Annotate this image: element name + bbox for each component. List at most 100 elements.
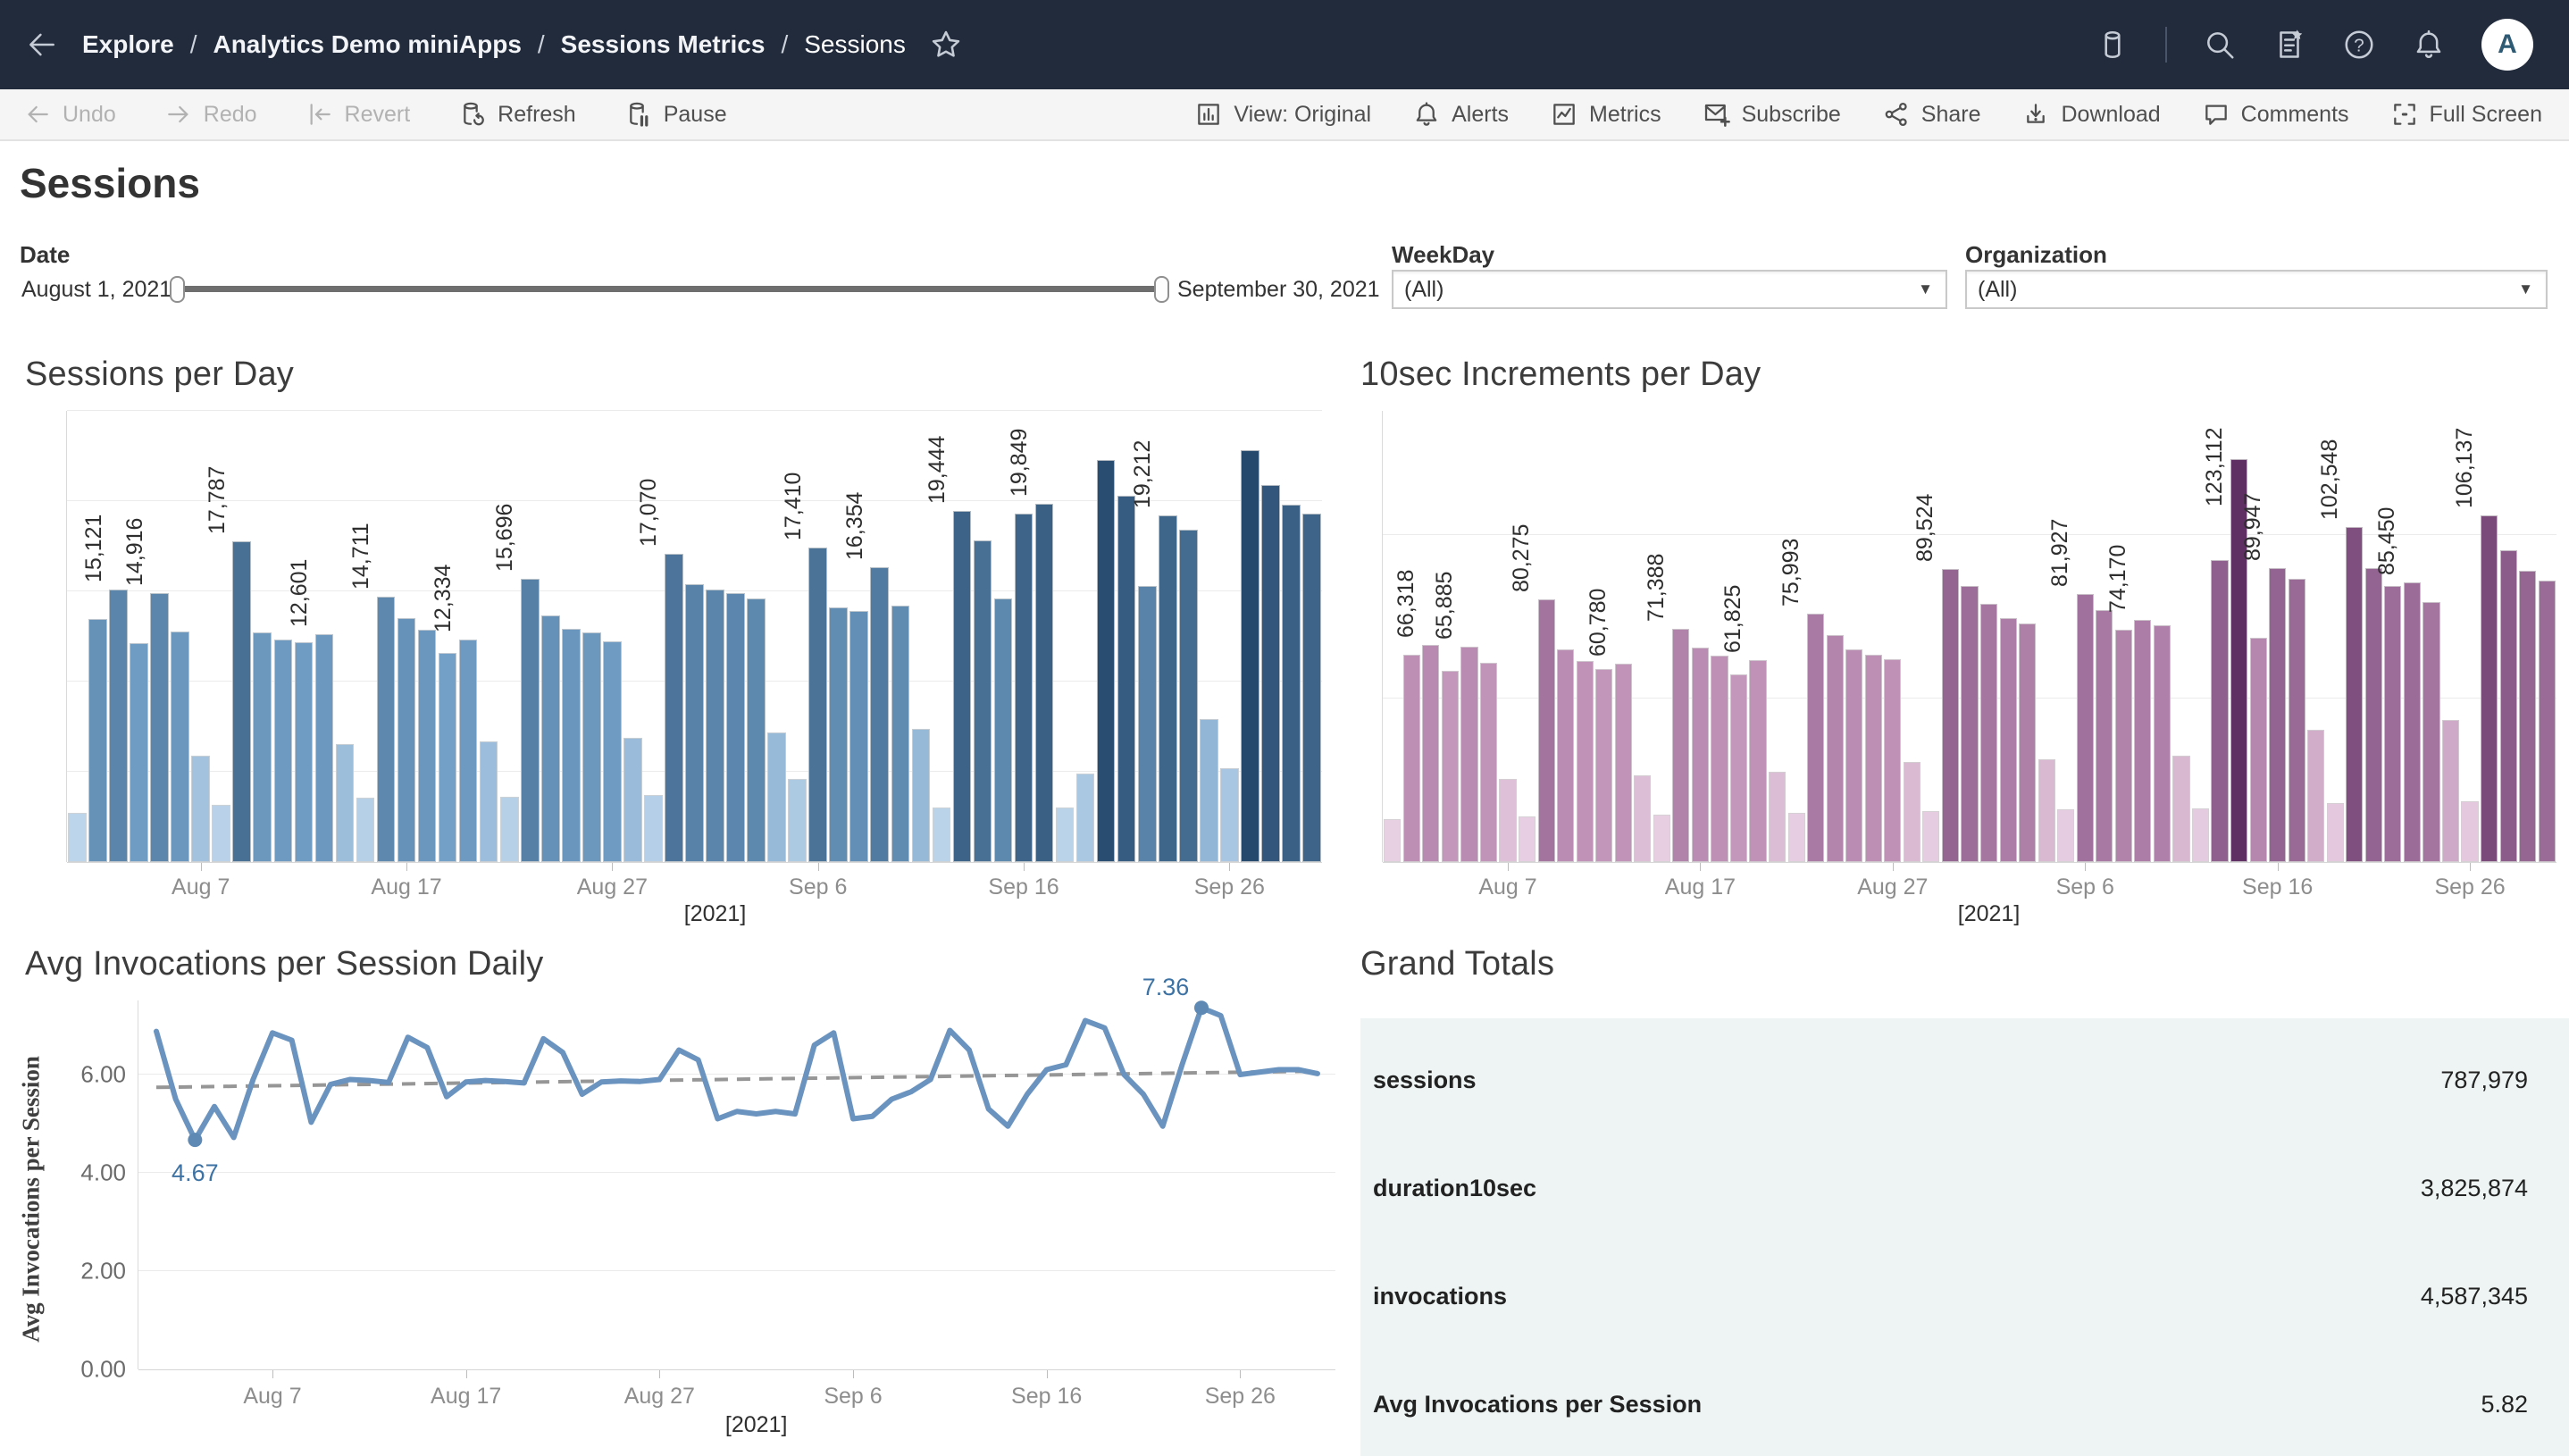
bar-day-10[interactable] (274, 640, 293, 862)
bar-day-39[interactable] (870, 567, 889, 862)
bar-day-33[interactable] (2019, 623, 2036, 862)
bar-day-24[interactable] (562, 629, 581, 862)
bar-day-44[interactable] (974, 540, 992, 862)
bar-day-53[interactable] (1159, 515, 1177, 862)
bar-day-55[interactable] (1200, 719, 1218, 862)
bar-day-31[interactable] (1980, 604, 1997, 862)
bar-day-3[interactable] (1442, 671, 1459, 862)
bar-day-1[interactable] (88, 619, 107, 862)
bar-day-31[interactable] (706, 590, 724, 862)
bar-day-25[interactable] (1865, 655, 1882, 862)
bar-day-0[interactable] (68, 813, 87, 862)
bar-day-10[interactable] (1577, 661, 1594, 862)
bar-day-16[interactable] (1692, 648, 1709, 862)
bar-day-47[interactable] (1035, 504, 1054, 862)
bar-day-41[interactable] (2172, 756, 2189, 862)
bar-day-20[interactable] (1769, 772, 1786, 862)
bar-day-8[interactable] (1538, 599, 1555, 862)
bar-day-12[interactable] (315, 634, 334, 862)
bar-day-45[interactable] (994, 598, 1013, 862)
refresh-button[interactable]: Refresh (458, 100, 576, 129)
bar-day-41[interactable] (912, 729, 931, 862)
bar-day-28[interactable] (644, 795, 663, 862)
bar-day-5[interactable] (171, 632, 189, 862)
bar-day-30[interactable] (685, 584, 704, 862)
data-point-marker[interactable] (1194, 1000, 1209, 1015)
data-point-marker[interactable] (188, 1133, 202, 1147)
bar-day-14[interactable] (356, 798, 375, 862)
bar-day-19[interactable] (459, 640, 478, 862)
download-button[interactable]: Download (2021, 100, 2160, 129)
bar-day-0[interactable] (1384, 819, 1401, 862)
bar-day-27[interactable] (1904, 762, 1920, 862)
bar-day-57[interactable] (2481, 515, 2498, 862)
bar-day-36[interactable] (2077, 594, 2094, 862)
date-range-slider[interactable] (177, 286, 1159, 292)
bar-day-21[interactable] (500, 797, 519, 862)
bar-day-42[interactable] (2192, 808, 2209, 862)
bar-day-37[interactable] (829, 607, 848, 862)
bar-day-34[interactable] (2038, 759, 2055, 862)
bar-day-19[interactable] (1749, 660, 1766, 862)
search-icon[interactable] (2203, 28, 2237, 62)
bar-day-28[interactable] (1922, 811, 1939, 862)
breadcrumb-item-explore[interactable]: Explore (82, 30, 174, 59)
bar-day-11[interactable] (295, 642, 314, 862)
bar-day-17[interactable] (1711, 656, 1728, 862)
bar-day-51[interactable] (1117, 496, 1136, 862)
bar-day-54[interactable] (2423, 602, 2439, 862)
bar-day-49[interactable] (1076, 774, 1095, 862)
weekday-dropdown[interactable]: (All) ▼ (1392, 270, 1947, 309)
bar-day-2[interactable] (109, 590, 128, 862)
bar-day-35[interactable] (788, 779, 807, 862)
bar-day-59[interactable] (1282, 505, 1301, 862)
back-icon[interactable] (25, 28, 59, 62)
bar-day-57[interactable] (1241, 450, 1259, 862)
bar-day-16[interactable] (397, 618, 416, 862)
bar-day-9[interactable] (1557, 649, 1574, 862)
bar-day-49[interactable] (2327, 803, 2344, 862)
bar-day-32[interactable] (2000, 618, 2017, 862)
favorite-star-icon[interactable] (929, 28, 963, 62)
bar-day-52[interactable] (2384, 586, 2401, 862)
bar-day-23[interactable] (1827, 635, 1844, 862)
bar-day-35[interactable] (2057, 809, 2074, 862)
bar-day-5[interactable] (1480, 663, 1497, 862)
pause-button[interactable]: Pause (624, 100, 727, 129)
bar-day-27[interactable] (623, 738, 642, 862)
bar-day-36[interactable] (808, 548, 827, 862)
redo-button[interactable]: Redo (164, 100, 257, 129)
bar-day-56[interactable] (2461, 801, 2478, 862)
bar-day-40[interactable] (891, 606, 910, 862)
bar-day-15[interactable] (1672, 629, 1689, 862)
bar-day-33[interactable] (747, 598, 766, 862)
bar-day-50[interactable] (2346, 527, 2363, 862)
undo-button[interactable]: Undo (23, 100, 116, 129)
bar-day-26[interactable] (603, 641, 622, 862)
share-button[interactable]: Share (1882, 100, 1981, 129)
bar-day-58[interactable] (1261, 485, 1280, 862)
bar-day-45[interactable] (2250, 638, 2267, 862)
bar-day-47[interactable] (2289, 579, 2305, 862)
avatar[interactable]: A (2481, 19, 2533, 71)
bar-day-43[interactable] (2211, 560, 2228, 862)
bar-day-7[interactable] (212, 805, 230, 862)
bar-day-58[interactable] (2500, 550, 2517, 862)
bar-day-30[interactable] (1961, 586, 1978, 862)
bar-day-11[interactable] (1595, 669, 1612, 862)
bar-day-13[interactable] (336, 744, 355, 862)
bar-day-59[interactable] (2519, 571, 2536, 862)
bar-day-4[interactable] (150, 593, 169, 862)
bar-day-32[interactable] (726, 593, 745, 862)
bar-day-60[interactable] (2539, 581, 2556, 862)
breadcrumb-item-analytics-demo-miniapps[interactable]: Analytics Demo miniApps (213, 30, 521, 59)
bar-day-46[interactable] (2269, 568, 2286, 862)
database-icon[interactable] (2096, 28, 2130, 62)
bar-day-37[interactable] (2096, 610, 2113, 862)
bar-day-17[interactable] (418, 630, 437, 862)
bar-day-42[interactable] (933, 807, 951, 862)
breadcrumb-item-sessions-metrics[interactable]: Sessions Metrics (561, 30, 766, 59)
date-slider-right-handle[interactable] (1154, 276, 1169, 303)
bar-day-56[interactable] (1220, 768, 1239, 862)
bar-day-55[interactable] (2442, 720, 2459, 862)
